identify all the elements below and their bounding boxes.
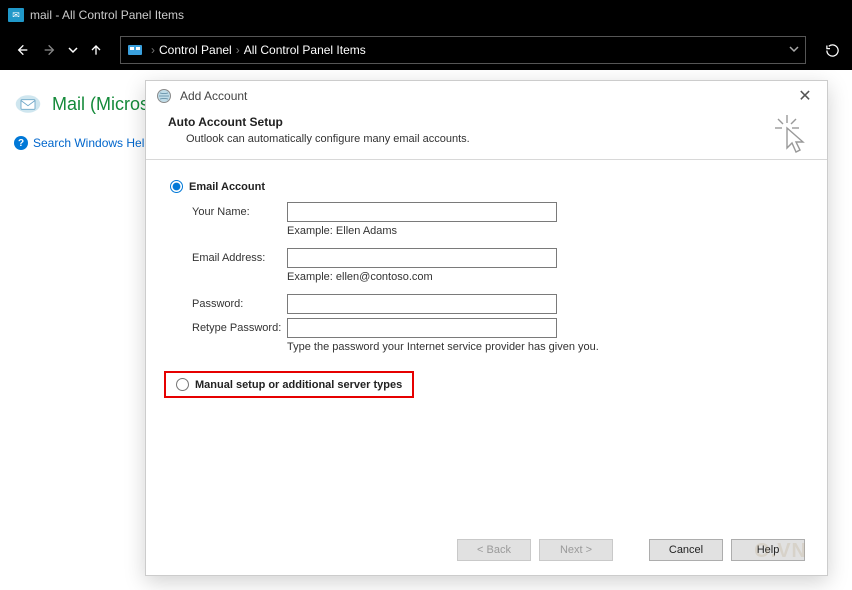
- page-title: Mail (Micros: [52, 94, 149, 115]
- help-icon: ?: [14, 136, 28, 150]
- dialog-header: Auto Account Setup Outlook can automatic…: [146, 111, 827, 160]
- dialog-body: Email Account Your Name: Example: Ellen …: [146, 160, 827, 398]
- mail-envelope-icon: [14, 90, 42, 118]
- cursor-art-icon: [773, 115, 807, 160]
- radio-email-account[interactable]: Email Account: [170, 180, 803, 193]
- row-password: Password:: [192, 293, 803, 315]
- input-password[interactable]: [287, 294, 557, 314]
- row-your-name: Your Name:: [192, 201, 803, 223]
- mail-app-icon: ✉: [8, 8, 24, 22]
- address-bar[interactable]: › Control Panel › All Control Panel Item…: [120, 36, 806, 64]
- window-title: mail - All Control Panel Items: [30, 8, 184, 22]
- dialog-title-text: Add Account: [180, 89, 247, 103]
- radio-manual-input[interactable]: [176, 378, 189, 391]
- nav-bar: › Control Panel › All Control Panel Item…: [0, 30, 852, 70]
- chevron-right-icon: ›: [236, 43, 240, 57]
- search-help-label: Search Windows Help: [33, 136, 151, 150]
- radio-manual-label: Manual setup or additional server types: [195, 379, 402, 391]
- add-account-dialog: Add Account ✕ Auto Account Setup Outlook…: [145, 80, 828, 576]
- globe-icon: [156, 88, 172, 104]
- label-email: Email Address:: [192, 252, 287, 264]
- password-hint: Type the password your Internet service …: [287, 341, 803, 353]
- label-retype: Retype Password:: [192, 322, 287, 334]
- example-name: Example: Ellen Adams: [287, 225, 803, 237]
- breadcrumb-all-items[interactable]: All Control Panel Items: [244, 43, 366, 57]
- back-button[interactable]: [10, 38, 34, 62]
- row-retype: Retype Password:: [192, 317, 803, 339]
- control-panel-icon: [127, 42, 143, 58]
- dialog-heading: Auto Account Setup: [168, 115, 805, 129]
- cancel-button[interactable]: Cancel: [649, 539, 723, 561]
- back-button: < Back: [457, 539, 531, 561]
- input-email[interactable]: [287, 248, 557, 268]
- radio-manual-setup-highlight: Manual setup or additional server types: [164, 371, 414, 398]
- chevron-right-icon: ›: [151, 43, 155, 57]
- dialog-subheading: Outlook can automatically configure many…: [168, 133, 805, 145]
- history-dropdown[interactable]: [66, 38, 80, 62]
- radio-email-input[interactable]: [170, 180, 183, 193]
- row-email: Email Address:: [192, 247, 803, 269]
- label-your-name: Your Name:: [192, 206, 287, 218]
- example-email: Example: ellen@contoso.com: [287, 271, 803, 283]
- close-button[interactable]: ✕: [793, 86, 817, 106]
- titlebar: ✉ mail - All Control Panel Items: [0, 0, 852, 30]
- help-button[interactable]: Help: [731, 539, 805, 561]
- dialog-button-row: < Back Next > Cancel Help: [457, 539, 805, 561]
- refresh-button[interactable]: [818, 36, 846, 64]
- address-dropdown[interactable]: [789, 43, 799, 57]
- next-button: Next >: [539, 539, 613, 561]
- label-password: Password:: [192, 298, 287, 310]
- breadcrumb-control-panel[interactable]: Control Panel: [159, 43, 232, 57]
- forward-button[interactable]: [38, 38, 62, 62]
- input-your-name[interactable]: [287, 202, 557, 222]
- radio-email-label: Email Account: [189, 181, 265, 193]
- dialog-titlebar: Add Account ✕: [146, 81, 827, 111]
- up-button[interactable]: [84, 38, 108, 62]
- input-retype-password[interactable]: [287, 318, 557, 338]
